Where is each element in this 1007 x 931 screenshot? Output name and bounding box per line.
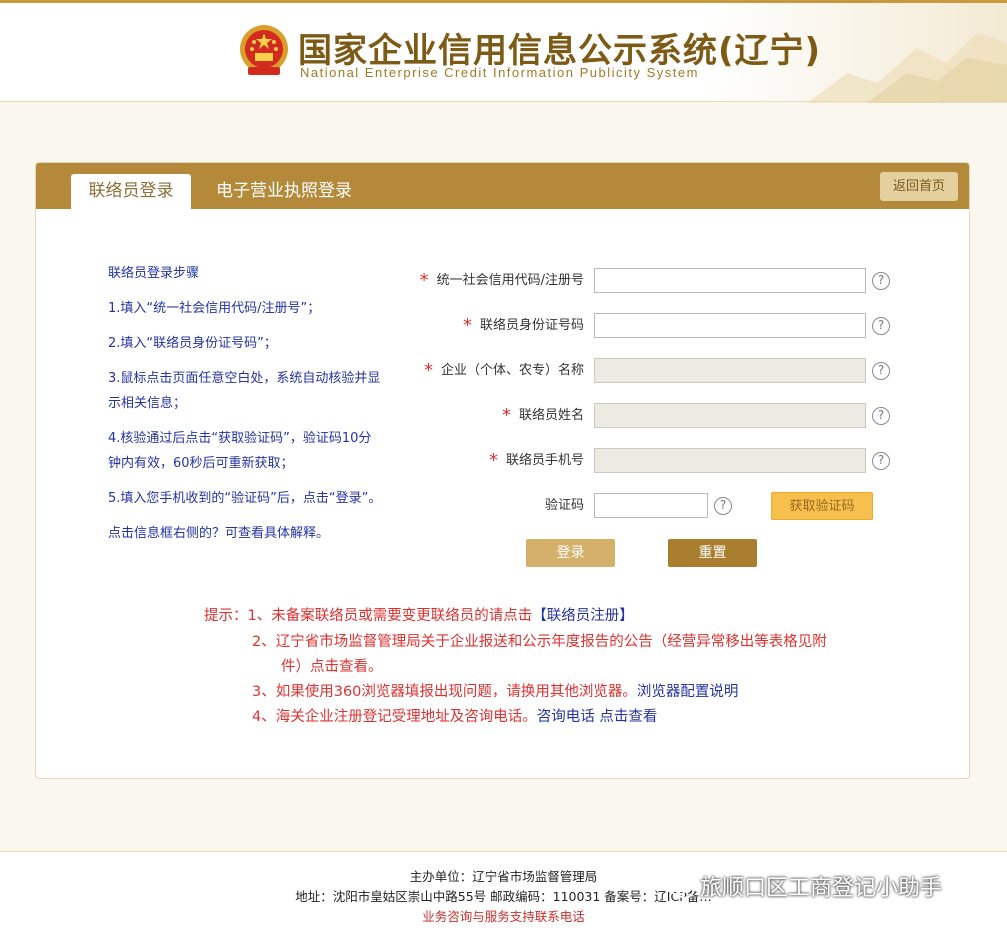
tab-contact-login[interactable]: 联络员登录 (71, 174, 191, 209)
required-mark: * (419, 270, 429, 291)
national-emblem-icon (240, 25, 288, 75)
watermark: 旅顺口区工商登记小助手 (668, 870, 942, 904)
wechat-icon (668, 878, 694, 899)
support-phone-link[interactable]: 业务咨询与服务支持联系电话 (0, 906, 1007, 925)
browser-config-link[interactable]: 浏览器配置说明 (637, 684, 739, 700)
contact-phone-label: * 联络员手机号 (488, 450, 584, 471)
site-header: 国家企业信用信息公示系统(辽宁) National Enterprise Cre… (0, 0, 1007, 103)
contact-phone-input (594, 448, 866, 473)
contact-register-link[interactable]: 【联络员注册】 (532, 608, 634, 624)
notice-item-3: 3、如果使用360浏览器填报出现问题，请换用其他浏览器。浏览器配置说明 (252, 684, 739, 700)
id-number-row: * 联络员身份证号码 (336, 313, 584, 339)
captcha-input[interactable] (594, 493, 708, 518)
required-mark: * (423, 360, 433, 381)
steps-hint: 点击信息框右侧的？可查看具体解释。 (108, 526, 330, 541)
login-button[interactable]: 登录 (526, 539, 615, 567)
watermark-text: 旅顺口区工商登记小助手 (700, 876, 943, 901)
great-wall-decoration-icon (807, 33, 1007, 103)
back-home-button[interactable]: 返回首页 (880, 172, 958, 201)
required-mark: * (501, 405, 511, 426)
contact-name-row: * 联络员姓名 (336, 403, 584, 429)
notice-item-2[interactable]: 2、辽宁省市场监督管理局关于企业报送和公示年度报告的公告（经营异常移出等表格见附 (252, 630, 827, 655)
help-icon[interactable]: ? (872, 317, 890, 335)
reset-button[interactable]: 重置 (668, 539, 757, 567)
consult-phone-link[interactable]: 咨询电话 点击查看 (537, 709, 658, 725)
company-name-label: * 企业（个体、农专）名称 (423, 360, 584, 381)
contact-name-input (594, 403, 866, 428)
captcha-label: 验证码 (544, 498, 584, 513)
contact-name-label: * 联络员姓名 (501, 405, 584, 426)
required-mark: * (488, 450, 498, 471)
id-number-input[interactable] (594, 313, 866, 338)
help-icon[interactable]: ? (872, 362, 890, 380)
help-icon[interactable]: ? (872, 272, 890, 290)
help-icon[interactable]: ? (714, 497, 732, 515)
captcha-row: 验证码 (336, 493, 584, 519)
credit-code-row: * 统一社会信用代码/注册号 (336, 268, 584, 294)
required-mark: * (462, 315, 472, 336)
notice-item-1: 提示：1、未备案联络员或需要变更联络员的请点击【联络员注册】 (204, 608, 634, 624)
help-icon[interactable]: ? (872, 452, 890, 470)
company-name-input (594, 358, 866, 383)
contact-phone-row: * 联络员手机号 (336, 448, 584, 474)
login-panel: 联络员登录 电子营业执照登录 返回首页 联络员登录步骤 1.填入“统一社会信用代… (35, 162, 970, 779)
notice-item-4: 4、海关企业注册登记受理地址及咨询电话。咨询电话 点击查看 (252, 709, 658, 725)
help-icon[interactable]: ? (872, 407, 890, 425)
tab-bar: 联络员登录 电子营业执照登录 返回首页 (36, 163, 969, 209)
credit-code-input[interactable] (594, 268, 866, 293)
company-name-row: * 企业（个体、农专）名称 (336, 358, 584, 384)
tab-e-license-login[interactable]: 电子营业执照登录 (216, 174, 352, 209)
site-subtitle: National Enterprise Credit Information P… (300, 65, 699, 80)
id-number-label: * 联络员身份证号码 (462, 315, 584, 336)
notice-item-2-cont[interactable]: 件）点击查看。 (281, 655, 383, 680)
credit-code-label: * 统一社会信用代码/注册号 (419, 270, 584, 291)
get-captcha-button[interactable]: 获取验证码 (771, 492, 873, 520)
